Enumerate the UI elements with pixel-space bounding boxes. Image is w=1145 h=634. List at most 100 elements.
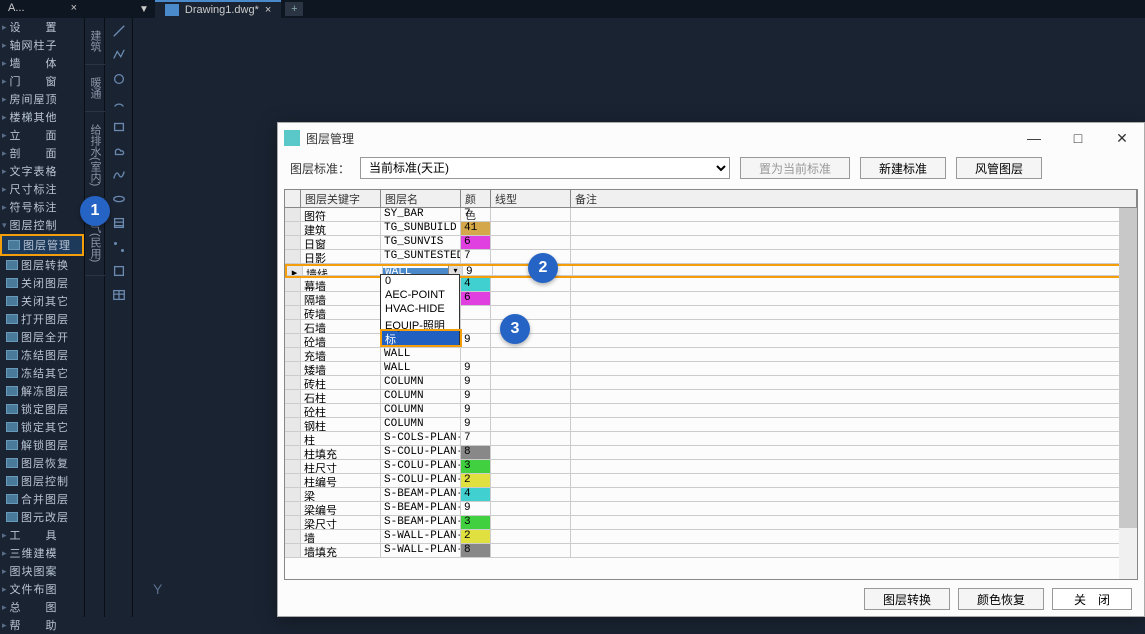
layer-command[interactable]: 关闭其它 bbox=[0, 292, 84, 310]
tab-close-icon[interactable]: × bbox=[265, 4, 271, 16]
dropdown-item[interactable]: EQUIP-照明 bbox=[381, 317, 459, 331]
dialog-close-button[interactable]: 关 闭 bbox=[1052, 588, 1132, 610]
layer-command[interactable]: 图层控制 bbox=[0, 472, 84, 490]
tool-ellipse-icon[interactable] bbox=[107, 188, 131, 210]
table-row[interactable]: 矮墙WALL9 bbox=[285, 362, 1137, 376]
dropdown-item[interactable]: HVAC-HIDE bbox=[381, 303, 459, 317]
maximize-button[interactable]: □ bbox=[1062, 126, 1094, 150]
set-current-standard-button[interactable]: 置为当前标准 bbox=[740, 157, 850, 179]
col-color[interactable]: 颜色 bbox=[461, 190, 491, 207]
tree-item[interactable]: 房间屋顶 bbox=[0, 90, 84, 108]
table-row[interactable]: 梁尺寸S-BEAM-PLAN-3 bbox=[285, 516, 1137, 530]
col-keyword[interactable]: 图层关键字 bbox=[301, 190, 381, 207]
table-row[interactable]: 砖柱COLUMN9 bbox=[285, 376, 1137, 390]
dropdown-item[interactable]: 标 bbox=[381, 331, 459, 345]
layer-convert-button[interactable]: 图层转换 bbox=[864, 588, 950, 610]
tool-polyline-icon[interactable] bbox=[107, 44, 131, 66]
table-row[interactable]: 图符SY_BAR7 bbox=[285, 208, 1137, 222]
add-tab-button[interactable]: + bbox=[285, 2, 303, 16]
tree-item[interactable]: 工 具 bbox=[0, 526, 84, 544]
layer-command[interactable]: 冻结其它 bbox=[0, 364, 84, 382]
tree-item[interactable]: 文件布图 bbox=[0, 580, 84, 598]
table-row[interactable]: 建筑TG_SUNBUILD41 bbox=[285, 222, 1137, 236]
layer-command[interactable]: 锁定图层 bbox=[0, 400, 84, 418]
tree-item[interactable]: 图块图案 bbox=[0, 562, 84, 580]
tab-arch[interactable]: 建筑 bbox=[85, 18, 105, 65]
close-button[interactable]: ✕ bbox=[1106, 126, 1138, 150]
table-row[interactable]: 柱尺寸S-COLU-PLAN-3 bbox=[285, 460, 1137, 474]
tool-spline-icon[interactable] bbox=[107, 164, 131, 186]
dropdown-item[interactable]: AEC-POINT bbox=[381, 289, 459, 303]
document-tab[interactable]: Drawing1.dwg* × bbox=[155, 0, 281, 18]
layer-standard-select[interactable]: 当前标准(天正) bbox=[360, 157, 730, 179]
tool-hatch-icon[interactable] bbox=[107, 212, 131, 234]
tool-point-icon[interactable] bbox=[107, 236, 131, 258]
tool-circle-icon[interactable] bbox=[107, 68, 131, 90]
layer-command[interactable]: 合并图层 bbox=[0, 490, 84, 508]
col-layer-name[interactable]: 图层名 bbox=[381, 190, 461, 207]
new-standard-button[interactable]: 新建标准 bbox=[860, 157, 946, 179]
tool-rect-icon[interactable] bbox=[107, 116, 131, 138]
table-row[interactable]: 充墙WALL bbox=[285, 348, 1137, 362]
dialog-titlebar[interactable]: 图层管理 — □ ✕ bbox=[278, 123, 1144, 153]
layer-command[interactable]: 锁定其它 bbox=[0, 418, 84, 436]
layer-command[interactable]: 图层全开 bbox=[0, 328, 84, 346]
table-row[interactable]: 柱S-COLS-PLAN-7 bbox=[285, 432, 1137, 446]
layer-command[interactable]: 图层转换 bbox=[0, 256, 84, 274]
layer-name-dropdown[interactable]: 0AEC-POINTHVAC-HIDEEQUIP-照明标 bbox=[380, 274, 460, 346]
table-row[interactable]: 梁编号S-BEAM-PLAN-9 bbox=[285, 502, 1137, 516]
tree-item[interactable]: 剖 面 bbox=[0, 144, 84, 162]
col-linetype[interactable]: 线型 bbox=[491, 190, 571, 207]
table-row[interactable]: 钢柱COLUMN9 bbox=[285, 418, 1137, 432]
col-note[interactable]: 备注 bbox=[571, 190, 1137, 207]
tree-item[interactable]: 设 置 bbox=[0, 18, 84, 36]
table-row[interactable]: 墙填充S-WALL-PLAN-8 bbox=[285, 544, 1137, 558]
table-row[interactable]: 日窗TG_SUNVIS6 bbox=[285, 236, 1137, 250]
callout-1: 1 bbox=[80, 196, 110, 226]
table-row[interactable]: 砼柱COLUMN9 bbox=[285, 404, 1137, 418]
app-menu[interactable]: A... × bbox=[0, 0, 85, 18]
layer-command[interactable]: 图元改层 bbox=[0, 508, 84, 526]
row-marker-header[interactable] bbox=[285, 190, 301, 207]
tree-item[interactable]: 墙 体 bbox=[0, 54, 84, 72]
tree-item[interactable]: 总 图 bbox=[0, 598, 84, 616]
dropdown-item[interactable]: 0 bbox=[381, 275, 459, 289]
table-row[interactable]: 日影TG_SUNTESTED7 bbox=[285, 250, 1137, 264]
panel-close-icon[interactable]: × bbox=[71, 2, 77, 16]
table-row[interactable]: 墙S-WALL-PLAN-2 bbox=[285, 530, 1137, 544]
layer-command[interactable]: 打开图层 bbox=[0, 310, 84, 328]
tab-plumbing[interactable]: 给排水(室内) bbox=[85, 112, 105, 199]
tool-cloud-icon[interactable] bbox=[107, 140, 131, 162]
layer-command[interactable]: 冻结图层 bbox=[0, 346, 84, 364]
tab-list-dropdown-icon[interactable]: ▼ bbox=[139, 4, 149, 15]
tree-item[interactable]: 轴网柱子 bbox=[0, 36, 84, 54]
tool-region-icon[interactable] bbox=[107, 260, 131, 282]
tree-item[interactable]: 图层控制 bbox=[0, 216, 84, 234]
table-row[interactable]: 石柱COLUMN9 bbox=[285, 390, 1137, 404]
tree-item[interactable]: 符号标注 bbox=[0, 198, 84, 216]
tree-item[interactable]: 门 窗 bbox=[0, 72, 84, 90]
tree-item[interactable]: 帮 助 bbox=[0, 616, 84, 634]
table-scrollbar[interactable] bbox=[1119, 208, 1137, 579]
tool-line-icon[interactable] bbox=[107, 20, 131, 42]
layer-command[interactable]: 图层恢复 bbox=[0, 454, 84, 472]
tab-hvac[interactable]: 暖通 bbox=[85, 65, 105, 112]
tree-item[interactable]: 文字表格 bbox=[0, 162, 84, 180]
tool-table-icon[interactable] bbox=[107, 284, 131, 306]
layer-command[interactable]: 解锁图层 bbox=[0, 436, 84, 454]
table-row[interactable]: 柱填充S-COLU-PLAN-8 bbox=[285, 446, 1137, 460]
duct-layer-button[interactable]: 风管图层 bbox=[956, 157, 1042, 179]
tree-item[interactable]: 三维建模 bbox=[0, 544, 84, 562]
table-row[interactable]: 梁S-BEAM-PLAN-4 bbox=[285, 488, 1137, 502]
tree-item[interactable]: 立 面 bbox=[0, 126, 84, 144]
tool-arc-icon[interactable] bbox=[107, 92, 131, 114]
table-row[interactable]: 柱编号S-COLU-PLAN-2 bbox=[285, 474, 1137, 488]
layer-command[interactable]: 解冻图层 bbox=[0, 382, 84, 400]
tree-item[interactable]: 尺寸标注 bbox=[0, 180, 84, 198]
tree-item[interactable]: 楼梯其他 bbox=[0, 108, 84, 126]
color-restore-button[interactable]: 颜色恢复 bbox=[958, 588, 1044, 610]
layer-command[interactable]: 关闭图层 bbox=[0, 274, 84, 292]
layer-manager-command[interactable]: 图层管理 bbox=[0, 234, 84, 256]
dialog-title: 图层管理 bbox=[306, 130, 354, 147]
minimize-button[interactable]: — bbox=[1018, 126, 1050, 150]
